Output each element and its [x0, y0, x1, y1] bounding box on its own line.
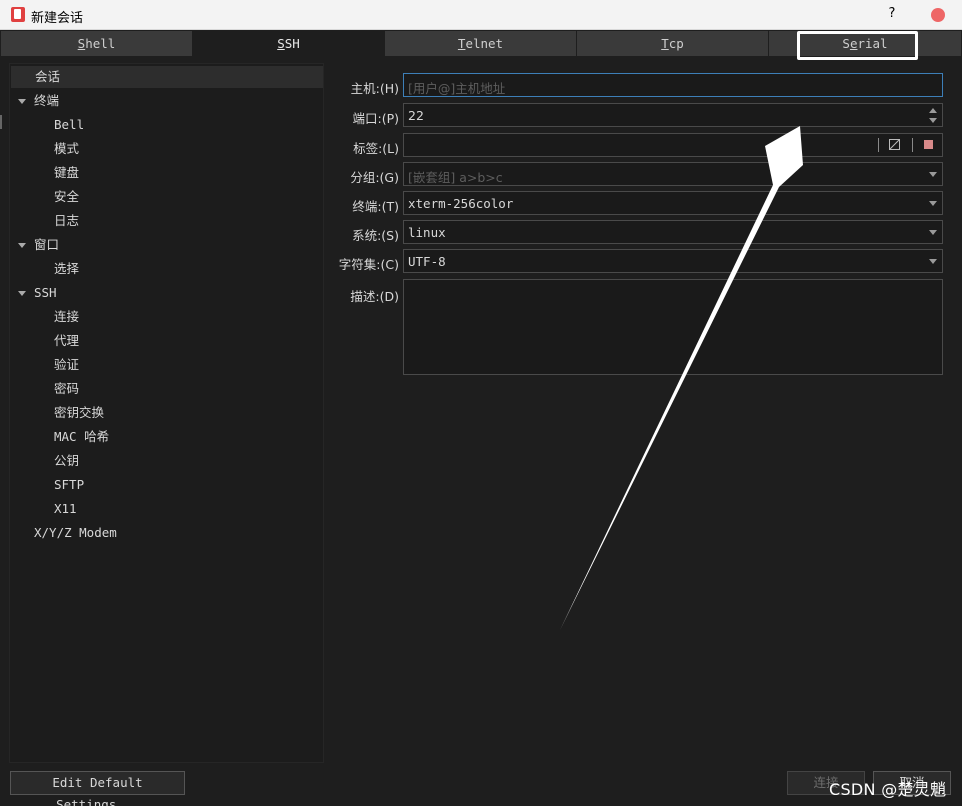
tree-item-bell[interactable]: Bell: [54, 114, 84, 136]
app-icon: [11, 7, 25, 22]
description-textarea[interactable]: [403, 279, 943, 375]
spin-up-icon[interactable]: [929, 108, 937, 113]
expand-arrow-icon[interactable]: [18, 243, 26, 248]
tab-ssh[interactable]: SSH: [193, 31, 385, 56]
host-label: 主机:(H): [350, 81, 399, 96]
tree-item-x11[interactable]: X11: [54, 498, 77, 520]
tree-item-kex[interactable]: 密钥交换: [54, 402, 104, 424]
terminal-label: 终端:(T): [352, 199, 399, 214]
system-label: 系统:(S): [352, 228, 399, 243]
charset-label: 字符集:(C): [338, 257, 399, 272]
tree-item-sftp[interactable]: SFTP: [54, 474, 84, 496]
terminal-value: xterm-256color: [408, 196, 514, 211]
tag-color-swatch-icon[interactable]: [924, 140, 933, 149]
tree-item-window[interactable]: 窗口: [34, 234, 59, 256]
group-label: 分组:(G): [350, 170, 399, 185]
system-select[interactable]: linux: [403, 220, 943, 244]
tree-item-connection[interactable]: 连接: [54, 306, 79, 328]
title-bar: 新建会话 ?: [0, 0, 962, 30]
tree-item-password[interactable]: 密码: [54, 378, 79, 400]
tag-input[interactable]: [403, 133, 943, 157]
chevron-down-icon[interactable]: [929, 201, 937, 206]
tree-item-terminal[interactable]: 终端: [34, 90, 59, 112]
serial-tab-highlight: [797, 31, 918, 60]
expand-arrow-icon[interactable]: [18, 291, 26, 296]
group-placeholder: [嵌套组] a>b>c: [408, 170, 503, 185]
tree-item-mode[interactable]: 模式: [54, 138, 79, 160]
host-placeholder: [用户@]主机地址: [408, 81, 506, 96]
system-value: linux: [408, 225, 446, 240]
chevron-down-icon[interactable]: [929, 172, 937, 177]
tree-item-modem[interactable]: X/Y/Z Modem: [34, 522, 117, 544]
tree-item-pubkey[interactable]: 公钥: [54, 450, 79, 472]
port-stepper[interactable]: 22: [403, 103, 943, 127]
tree-item-auth[interactable]: 验证: [54, 354, 79, 376]
tab-tcp[interactable]: Tcp: [577, 31, 769, 56]
host-input[interactable]: [用户@]主机地址: [403, 73, 943, 97]
chevron-down-icon[interactable]: [929, 230, 937, 235]
terminal-select[interactable]: xterm-256color: [403, 191, 943, 215]
settings-tree[interactable]: 会话 终端 Bell 模式 键盘 安全 日志 窗口 选择 SSH 连接 代理 验…: [9, 63, 324, 763]
separator: [878, 138, 879, 152]
port-value: 22: [408, 108, 424, 123]
group-select[interactable]: [嵌套组] a>b>c: [403, 162, 943, 186]
edit-default-settings-button[interactable]: Edit Default Settings...: [10, 771, 185, 806]
tree-item-ssh[interactable]: SSH: [34, 282, 57, 304]
help-button[interactable]: ?: [884, 6, 900, 24]
tab-shell[interactable]: Shell: [1, 31, 193, 56]
clear-color-icon[interactable]: [889, 139, 900, 150]
left-edge-marker: [0, 115, 2, 129]
tree-item-select[interactable]: 选择: [54, 258, 79, 280]
tab-telnet[interactable]: Telnet: [385, 31, 577, 56]
separator: [912, 138, 913, 152]
tree-item-session[interactable]: 会话: [11, 66, 323, 88]
chevron-down-icon[interactable]: [929, 259, 937, 264]
port-label: 端口:(P): [352, 111, 399, 126]
close-icon[interactable]: [931, 8, 945, 22]
window-title: 新建会话: [31, 11, 84, 26]
watermark: CSDN @楚灵魈: [829, 780, 947, 799]
desc-label: 描述:(D): [350, 289, 399, 304]
charset-value: UTF-8: [408, 254, 446, 269]
tree-item-security[interactable]: 安全: [54, 186, 79, 208]
expand-arrow-icon[interactable]: [18, 99, 26, 104]
tree-item-keyboard[interactable]: 键盘: [54, 162, 79, 184]
tree-item-log[interactable]: 日志: [54, 210, 79, 232]
spin-down-icon[interactable]: [929, 118, 937, 123]
tag-label: 标签:(L): [353, 141, 399, 156]
charset-select[interactable]: UTF-8: [403, 249, 943, 273]
tree-item-mac[interactable]: MAC 哈希: [54, 426, 109, 448]
tree-item-proxy[interactable]: 代理: [54, 330, 79, 352]
